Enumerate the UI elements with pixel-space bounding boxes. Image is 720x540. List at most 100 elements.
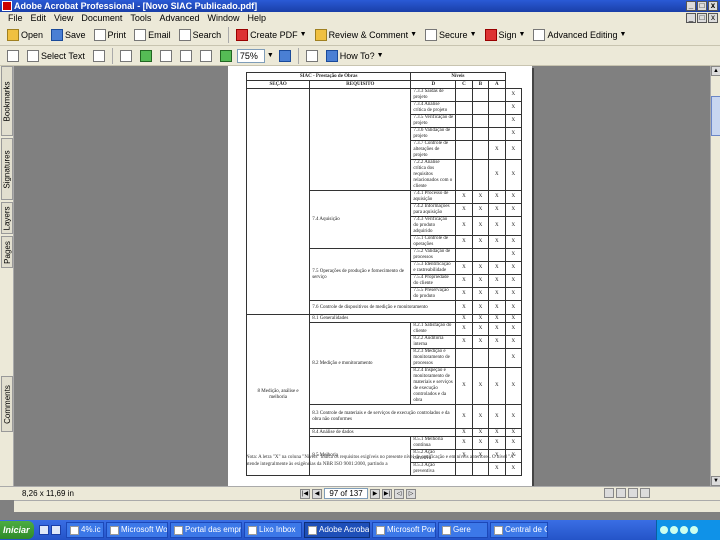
continuous-facing-icon[interactable] xyxy=(640,488,650,498)
scroll-thumb[interactable] xyxy=(711,96,720,136)
level-d-cell: X xyxy=(455,314,473,323)
level-d-cell: X xyxy=(455,216,473,236)
close-button[interactable]: x xyxy=(708,1,718,11)
minimize-button[interactable]: _ xyxy=(686,1,696,11)
last-page-icon[interactable]: ▶| xyxy=(382,488,392,499)
taskbar-task-button[interactable]: Microsoft Word xyxy=(106,522,168,538)
taskbar-task-button[interactable]: 4%.ic xyxy=(66,522,104,538)
tray-icon[interactable] xyxy=(690,526,698,534)
tab-layers[interactable]: Layers xyxy=(1,202,13,234)
maximize-button[interactable]: □ xyxy=(697,1,707,11)
menu-edit[interactable]: Edit xyxy=(27,12,51,24)
continuous-icon[interactable] xyxy=(616,488,626,498)
menu-view[interactable]: View xyxy=(50,12,77,24)
next-page-icon[interactable]: ▶ xyxy=(370,488,380,499)
status-bar: 8,26 x 11,69 in |◀ ◀ 97 of 137 ▶ ▶| ◁ ▷ xyxy=(0,486,720,500)
level-c-cell xyxy=(471,140,490,160)
page-number-field[interactable]: 97 of 137 xyxy=(324,488,368,499)
taskbar-task-button[interactable]: Central de Client. xyxy=(490,522,548,538)
level-a-cell: X xyxy=(504,127,523,141)
rotate-button[interactable] xyxy=(303,47,321,65)
doc-close-button[interactable]: x xyxy=(708,13,718,23)
task-label: 4%.ic xyxy=(81,525,101,534)
menu-help[interactable]: Help xyxy=(243,12,270,24)
advanced-editing-button[interactable]: Advanced Editing ▼ xyxy=(530,26,629,44)
tab-bookmarks[interactable]: Bookmarks xyxy=(1,66,13,136)
tray-icon[interactable] xyxy=(680,526,688,534)
snapshot-button[interactable] xyxy=(90,47,108,65)
taskbar-task-button[interactable]: Lixo Inbox xyxy=(244,522,302,538)
taskbar-task-button[interactable]: Portal das empresas xyxy=(170,522,242,538)
start-button[interactable]: Iniciar xyxy=(0,521,34,539)
create-pdf-icon xyxy=(236,28,249,41)
email-button[interactable]: Email xyxy=(131,26,174,44)
zoom-out-icon xyxy=(139,49,152,62)
first-page-icon[interactable]: |◀ xyxy=(300,488,310,499)
zoom-out-button[interactable] xyxy=(137,47,155,65)
print-button[interactable]: Print xyxy=(91,26,130,44)
sign-button[interactable]: Sign ▼ xyxy=(482,26,529,44)
tab-pages[interactable]: Pages xyxy=(1,236,13,268)
tray-icon[interactable] xyxy=(670,526,678,534)
previous-view-icon[interactable]: ◁ xyxy=(394,488,404,499)
vertical-scrollbar[interactable]: ▲ ▼ xyxy=(710,66,720,486)
document-viewport[interactable]: SIAC - Prestação de Obras Níveis SEÇÃO R… xyxy=(14,66,710,486)
menu-document[interactable]: Document xyxy=(77,12,126,24)
page-navigation: |◀ ◀ 97 of 137 ▶ ▶| ◁ ▷ xyxy=(300,488,416,499)
doc-restore-button[interactable]: □ xyxy=(697,13,707,23)
levels-header: Níveis xyxy=(410,72,506,81)
menu-tools[interactable]: Tools xyxy=(126,12,155,24)
menu-file[interactable]: File xyxy=(4,12,27,24)
select-text-button[interactable]: Select Text xyxy=(24,47,88,65)
zoom-tool-button[interactable] xyxy=(117,47,135,65)
requirement-cell: 8.2.3 Medição e monitoramento de process… xyxy=(410,348,457,368)
previous-page-icon[interactable]: ◀ xyxy=(312,488,322,499)
toolbar-separator xyxy=(228,26,230,43)
quicklaunch-icon[interactable] xyxy=(51,525,61,535)
level-b-cell: X xyxy=(488,287,506,301)
quicklaunch-icon[interactable] xyxy=(39,525,49,535)
table-row: 7.3.3 Saídas de projeto X xyxy=(245,88,523,315)
review-comment-button[interactable]: Review & Comment ▼ xyxy=(312,26,420,44)
how-to-button[interactable]: How To? ▼ xyxy=(323,47,387,65)
tray-icon[interactable] xyxy=(660,526,668,534)
open-button[interactable]: Open xyxy=(4,26,46,44)
disk-icon xyxy=(51,28,64,41)
single-page-icon[interactable] xyxy=(604,488,614,498)
zoom-in-button[interactable] xyxy=(217,47,235,65)
taskbar-task-button[interactable]: Microsoft PowerPoint xyxy=(372,522,436,538)
facing-icon[interactable] xyxy=(628,488,638,498)
level-b-cell: X xyxy=(488,159,506,191)
horizontal-scrollbar[interactable] xyxy=(14,500,720,512)
scroll-down-icon[interactable]: ▼ xyxy=(711,476,720,486)
menu-advanced[interactable]: Advanced xyxy=(155,12,203,24)
level-c-cell: X xyxy=(471,428,490,437)
acrobat-app-icon[interactable] xyxy=(2,1,12,11)
next-view-icon[interactable]: ▷ xyxy=(406,488,416,499)
page-layout-controls xyxy=(604,488,650,498)
folder-icon xyxy=(7,28,19,41)
level-d-cell: X xyxy=(455,436,473,450)
taskbar-task-button[interactable]: Adobe Acrobat Professional xyxy=(304,522,370,538)
fit-width-button[interactable] xyxy=(197,47,215,65)
level-d-cell xyxy=(455,127,473,141)
chevron-down-icon: ▼ xyxy=(410,31,418,38)
fit-page-button[interactable] xyxy=(177,47,195,65)
level-b-cell: X xyxy=(488,436,506,450)
zoom-level-field[interactable]: 75% xyxy=(236,48,265,63)
help-button[interactable] xyxy=(276,47,294,65)
save-button[interactable]: Save xyxy=(48,26,89,44)
requirement-cell: 7.2.2 Análise crítica dos requisitos rel… xyxy=(410,159,457,191)
tab-comments[interactable]: Comments xyxy=(1,376,13,432)
doc-minimize-button[interactable]: _ xyxy=(686,13,696,23)
create-pdf-button[interactable]: Create PDF ▼ xyxy=(233,26,309,44)
taskbar-task-button[interactable]: Gere xyxy=(438,522,488,538)
hand-tool-button[interactable] xyxy=(4,47,22,65)
zoom-dropdown-icon[interactable]: ▼ xyxy=(267,52,274,59)
search-button[interactable]: Search xyxy=(176,26,225,44)
tab-signatures[interactable]: Signatures xyxy=(1,138,13,200)
actual-size-button[interactable] xyxy=(157,47,175,65)
menu-window[interactable]: Window xyxy=(203,12,243,24)
secure-button[interactable]: Secure ▼ xyxy=(422,26,479,44)
scroll-up-icon[interactable]: ▲ xyxy=(711,66,720,76)
